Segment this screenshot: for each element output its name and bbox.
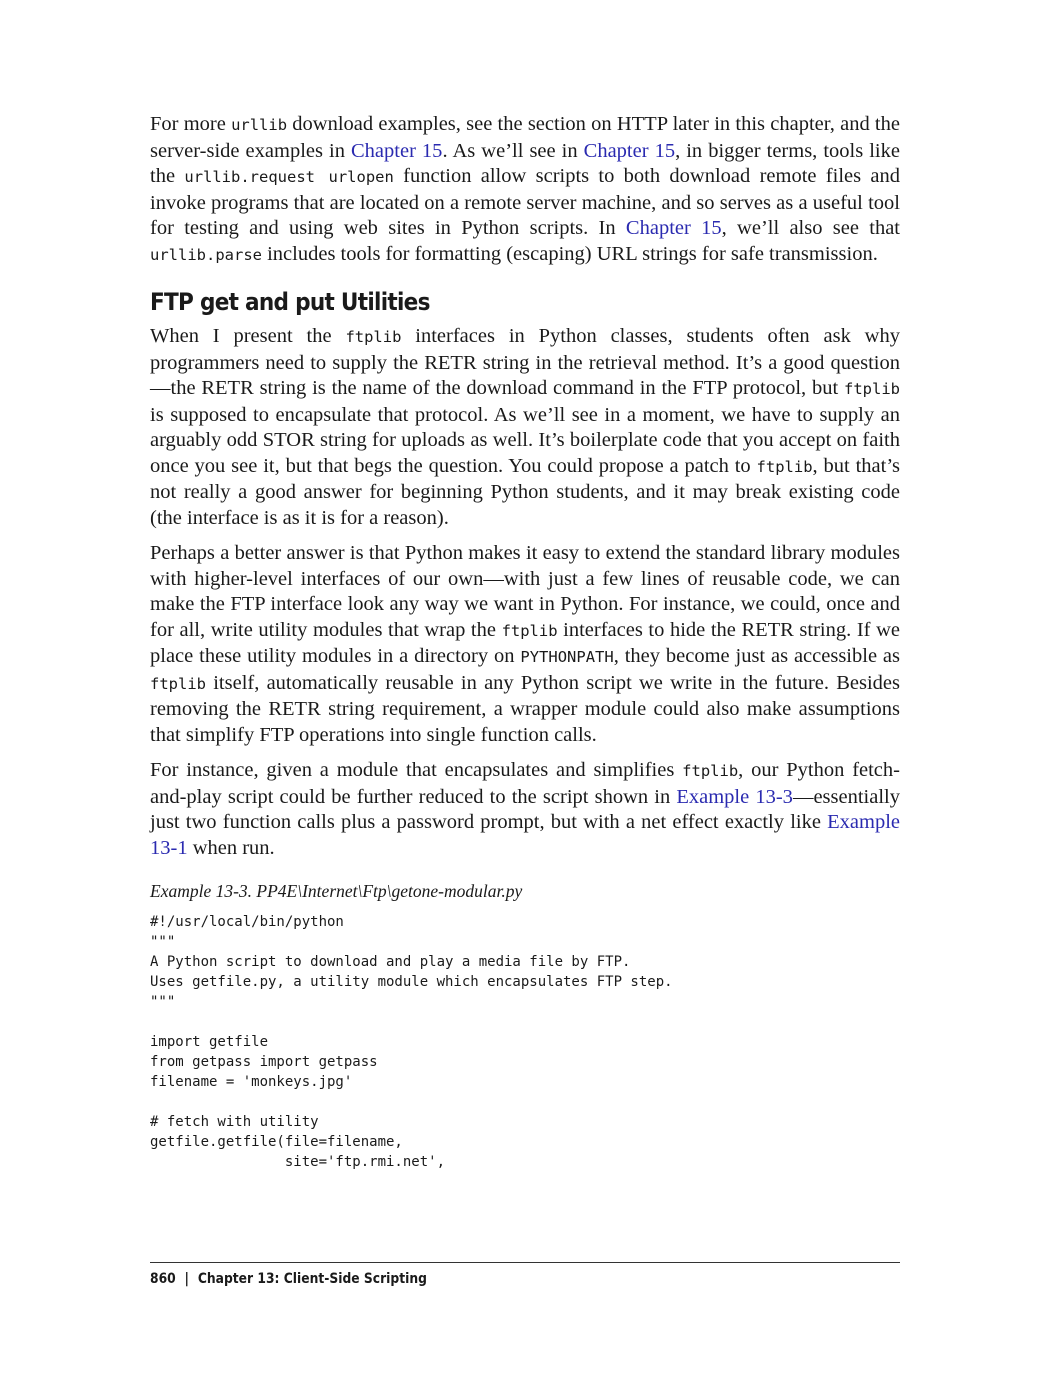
chapter-15-link[interactable]: Chapter 15	[584, 140, 675, 162]
page-number: 860	[150, 1271, 176, 1287]
code-listing: #!/usr/local/bin/python """ A Python scr…	[150, 914, 673, 1170]
inline-code: urllib.request urlopen	[184, 168, 394, 186]
inline-code: ftplib	[345, 328, 402, 346]
paragraph-for-instance: For instance, given a module that encaps…	[150, 759, 900, 859]
inline-code: urllib.parse	[150, 245, 262, 264]
example-caption: Example 13-3. PP4E\Internet\Ftp\getone-m…	[150, 881, 523, 901]
inline-code: urllib	[231, 116, 288, 134]
chapter-15-link[interactable]: Chapter 15	[351, 140, 442, 162]
inline-code: PYTHONPATH	[520, 648, 614, 666]
page-footer: 860 | Chapter 13: Client-Side Scripting	[150, 1271, 427, 1287]
section-heading: FTP get and put Utilities	[150, 288, 430, 316]
inline-code: ftplib	[501, 621, 558, 640]
footer-separator: |	[184, 1271, 190, 1287]
chapter-15-link[interactable]: Chapter 15	[626, 217, 722, 239]
inline-code: ftplib	[150, 674, 206, 693]
inline-code: ftplib	[844, 380, 900, 398]
paragraph-ftplib-question: When I present the ftplib interfaces in …	[150, 325, 900, 529]
intro-paragraph: For more urllib download examples, see t…	[150, 113, 900, 265]
paragraph-better-answer: Perhaps a better answer is that Python m…	[150, 542, 900, 746]
inline-code: ftplib	[756, 457, 813, 476]
footer-divider	[150, 1262, 900, 1263]
example-13-3-link[interactable]: Example 13-3	[676, 786, 793, 808]
inline-code: ftplib	[682, 762, 739, 780]
page-content: For more urllib download examples, see t…	[150, 112, 900, 1172]
chapter-title: Chapter 13: Client-Side Scripting	[197, 1271, 427, 1287]
